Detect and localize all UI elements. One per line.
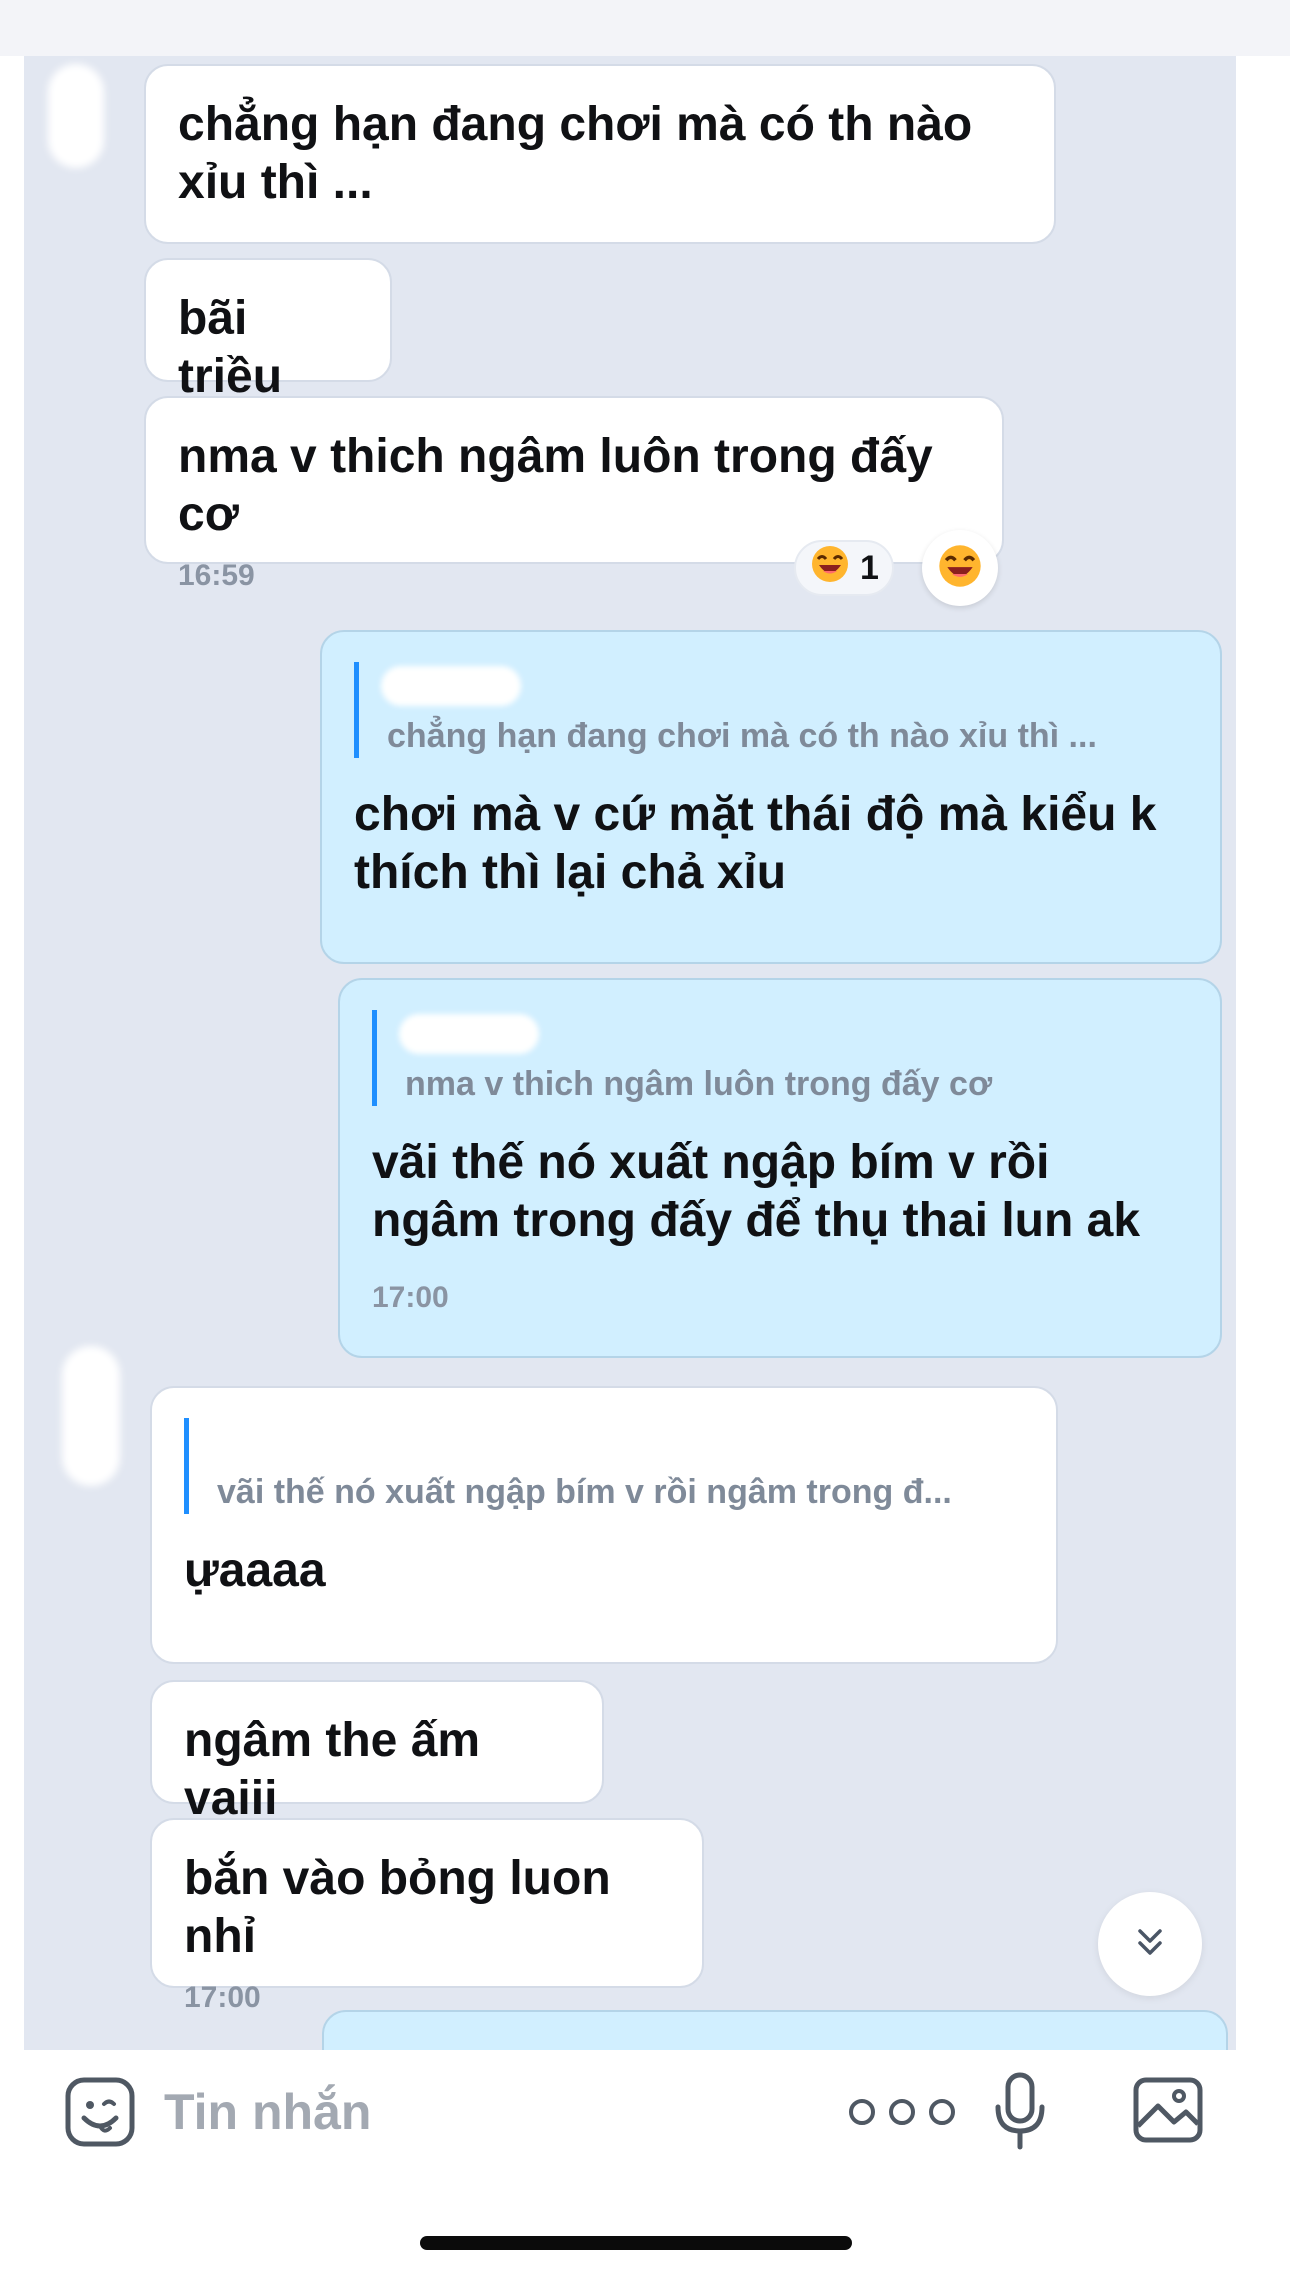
emoji-icon[interactable]	[62, 2074, 138, 2150]
message-bubble-incoming[interactable]: vãi thế nó xuất ngập bím v rồi ngâm tron…	[150, 1386, 1058, 1664]
message-bubble-incoming[interactable]: ngâm the ấm vaiii	[150, 1680, 604, 1825]
laughing-emoji-icon	[937, 543, 983, 594]
message-text: nma v thich ngâm luôn trong đấy cơ	[178, 430, 933, 541]
message-bubble-incoming[interactable]: bãi triều	[144, 258, 392, 403]
home-indicator	[420, 2236, 852, 2250]
reply-quote[interactable]: vãi thế nó xuất ngập bím v rồi ngâm tron…	[184, 1418, 1024, 1514]
quoted-text: nma v thich ngâm luôn trong đấy cơ	[405, 1065, 993, 1103]
message-text: bãi triều	[178, 292, 283, 403]
message-text: chẳng hạn đang chơi mà có th nào xỉu thì…	[178, 98, 973, 209]
laughing-emoji-icon	[810, 544, 850, 593]
message-input[interactable]: Tin nhắn	[164, 2080, 371, 2144]
quoted-text: chẳng hạn đang chơi mà có th nào xỉu thì…	[387, 717, 1097, 755]
reply-quote[interactable]: nma v thich ngâm luôn trong đấy cơ	[372, 1010, 1188, 1106]
message-bubble-outgoing[interactable]: nma v thich ngâm luôn trong đấy cơ vãi t…	[338, 978, 1222, 1358]
message-bubble-incoming[interactable]: bắn vào bỏng luon nhỉ 17:00	[150, 1818, 704, 2014]
message-bubble-incoming[interactable]: chẳng hạn đang chơi mà có th nào xỉu thì…	[144, 64, 1056, 244]
image-icon[interactable]	[1130, 2072, 1206, 2148]
microphone-icon[interactable]	[990, 2070, 1050, 2156]
message-bubble-outgoing[interactable]: chẳng hạn đang chơi mà có th nào xỉu thì…	[320, 630, 1222, 964]
more-icon[interactable]	[842, 2090, 962, 2134]
message-bubble-incoming[interactable]: nma v thich ngâm luôn trong đấy cơ 16:59	[144, 396, 1004, 592]
message-text: bắn vào bỏng luon nhỉ	[184, 1852, 611, 1963]
reply-quote[interactable]: chẳng hạn đang chơi mà có th nào xỉu thì…	[354, 662, 1188, 758]
message-time: 17:00	[372, 1281, 449, 1314]
avatar[interactable]	[62, 1346, 120, 1486]
message-bubble-outgoing[interactable]	[322, 2010, 1228, 2050]
message-text: chơi mà v cứ mặt thái độ mà kiểu k thích…	[354, 788, 1157, 899]
quoted-sender-name	[211, 1422, 451, 1462]
message-text: ngâm the ấm vaiii	[184, 1714, 481, 1825]
message-text: ựaaaa	[184, 1544, 326, 1597]
quoted-text: vãi thế nó xuất ngập bím v rồi ngâm tron…	[217, 1473, 952, 1511]
chat-history[interactable]: chẳng hạn đang chơi mà có th nào xỉu thì…	[24, 56, 1236, 2050]
avatar[interactable]	[48, 64, 104, 168]
chevron-double-down-icon	[1130, 1922, 1170, 1967]
message-text: vãi thế nó xuất ngập bím v rồi ngâm tron…	[372, 1136, 1141, 1247]
add-reaction-button[interactable]	[922, 530, 998, 606]
right-edge	[1236, 56, 1290, 2050]
quoted-sender-name	[381, 666, 521, 706]
quoted-sender-name	[399, 1014, 539, 1054]
message-composer: Tin nhắn	[0, 2050, 1290, 2293]
reaction-count-text: 1	[860, 548, 879, 587]
reaction-count[interactable]: 1	[794, 540, 894, 596]
left-edge	[0, 56, 24, 2050]
scroll-to-bottom-button[interactable]	[1098, 1892, 1202, 1996]
